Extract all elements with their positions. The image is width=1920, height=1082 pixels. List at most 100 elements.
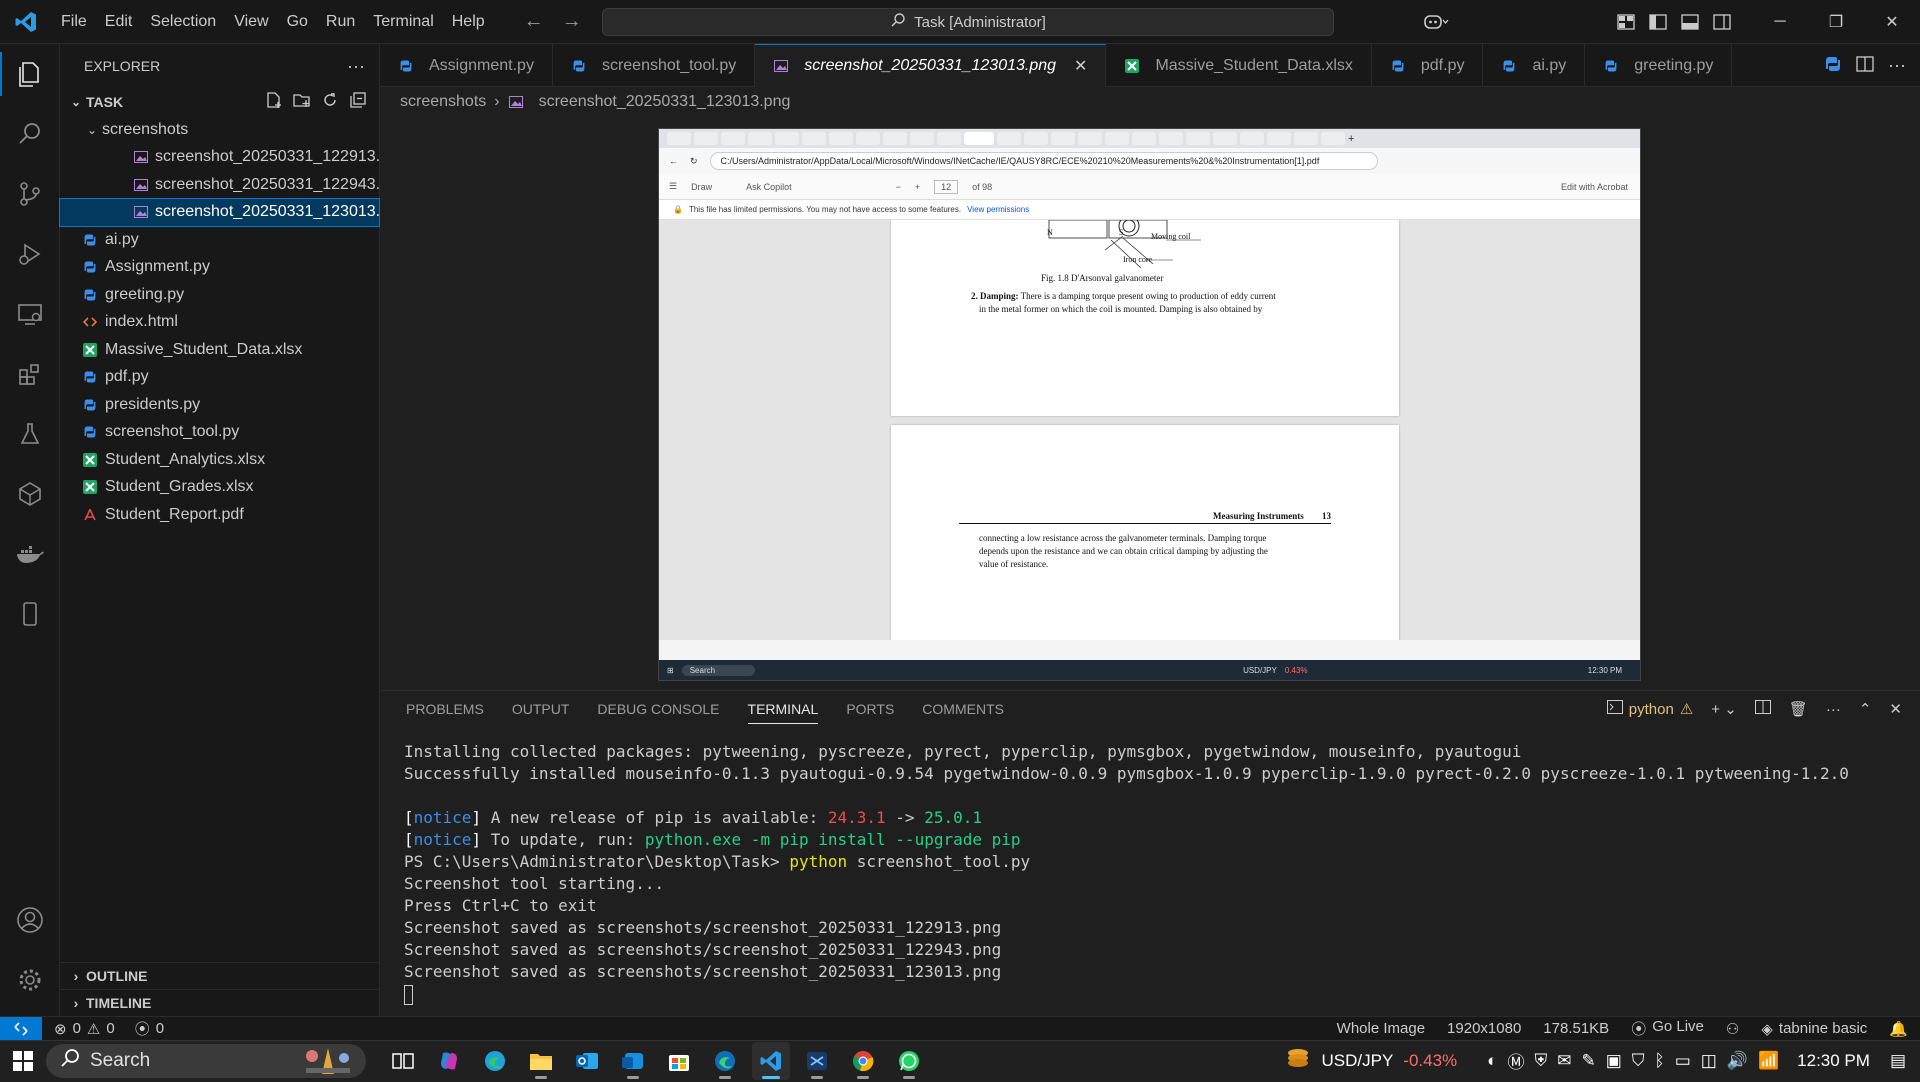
- tree-item-file[interactable]: greeting.py: [60, 281, 379, 309]
- editor-tab-active[interactable]: screenshot_20250331_123013.png ✕: [755, 44, 1107, 87]
- close-window-button[interactable]: ✕: [1864, 0, 1920, 44]
- forward-arrow-icon[interactable]: →: [562, 10, 582, 33]
- pen-icon[interactable]: ✎: [1581, 1051, 1595, 1071]
- notifications-bell-icon[interactable]: 🔔: [1889, 1020, 1908, 1038]
- toggle-primary-sidebar-icon[interactable]: [1642, 6, 1674, 38]
- accounts-icon[interactable]: [0, 890, 60, 950]
- extensions-icon[interactable]: [0, 344, 60, 404]
- battery-icon[interactable]: ▭: [1675, 1051, 1691, 1071]
- tree-item-file[interactable]: Massive_Student_Data.xlsx: [60, 336, 379, 364]
- outlook-tray-icon[interactable]: ✉: [1557, 1051, 1571, 1071]
- toggle-secondary-sidebar-icon[interactable]: [1706, 6, 1738, 38]
- tree-item-png[interactable]: screenshot_20250331_122943.png: [60, 171, 407, 199]
- terminal-shell-selector[interactable]: python ⚠: [1606, 700, 1693, 718]
- shield-icon[interactable]: ⛨: [1534, 1051, 1547, 1071]
- phone-link-icon[interactable]: ◫: [1701, 1051, 1717, 1071]
- kill-terminal-icon[interactable]: 🗑: [1789, 700, 1808, 718]
- tabnine-status[interactable]: ◈ tabnine basic: [1761, 1020, 1867, 1038]
- copilot-status-icon[interactable]: ⚇: [1726, 1020, 1739, 1038]
- tree-item-file[interactable]: presidents.py: [60, 391, 379, 419]
- toggle-panel-icon[interactable]: [1674, 6, 1706, 38]
- terminal-output[interactable]: Installing collected packages: pytweenin…: [404, 741, 1849, 1005]
- close-tab-icon[interactable]: ✕: [1074, 56, 1087, 76]
- tree-item-file[interactable]: screenshot_tool.py: [60, 419, 379, 447]
- remote-indicator-icon[interactable]: [0, 1016, 42, 1041]
- more-actions-icon[interactable]: ···: [1888, 55, 1906, 76]
- tree-item-file[interactable]: Assignment.py: [60, 254, 379, 282]
- explorer-icon[interactable]: [0, 44, 60, 104]
- malwarebytes-icon[interactable]: Ⓜ: [1507, 1048, 1524, 1073]
- file-explorer-icon[interactable]: [522, 1042, 560, 1080]
- timeline-section[interactable]: › TIMELINE: [60, 989, 380, 1016]
- run-debug-icon[interactable]: [0, 224, 60, 284]
- tree-item-file[interactable]: pdf.py: [60, 364, 379, 392]
- tree-item-file[interactable]: Student_Grades.xlsx: [60, 474, 379, 502]
- tree-item-png-selected[interactable]: screenshot_20250331_123013.png: [59, 197, 407, 227]
- docker-icon[interactable]: [0, 524, 60, 584]
- bluetooth-icon[interactable]: ᛒ: [1655, 1051, 1665, 1071]
- chrome-icon[interactable]: [844, 1042, 882, 1080]
- ports-status[interactable]: ⦿ 0: [135, 1018, 164, 1039]
- microsoft-store-icon[interactable]: [660, 1042, 698, 1080]
- editor-tab[interactable]: greeting.py: [1585, 44, 1733, 87]
- testing-icon[interactable]: [0, 404, 60, 464]
- breadcrumb-folder[interactable]: screenshots: [400, 93, 486, 111]
- workspace-root[interactable]: ⌄ TASK: [60, 88, 379, 116]
- panel-tab-output[interactable]: OUTPUT: [512, 701, 570, 717]
- command-center-search[interactable]: Task [Administrator]: [602, 8, 1334, 36]
- split-editor-icon[interactable]: [1856, 55, 1874, 75]
- tree-item-file[interactable]: ai.py: [60, 226, 379, 254]
- taskbar-search-box[interactable]: Search: [46, 1043, 366, 1078]
- search-view-icon[interactable]: [0, 104, 60, 164]
- editor-tab[interactable]: Massive_Student_Data.xlsx: [1106, 44, 1372, 87]
- panel-tab-ports[interactable]: PORTS: [846, 701, 894, 717]
- snipping-tool-icon[interactable]: [798, 1042, 836, 1080]
- monitor-icon[interactable]: ▣: [1606, 1051, 1622, 1071]
- task-view-icon[interactable]: [384, 1042, 422, 1080]
- notification-center-icon[interactable]: ▤: [1890, 1051, 1906, 1071]
- edge-browser-icon[interactable]: [476, 1042, 514, 1080]
- source-control-icon[interactable]: [0, 164, 60, 224]
- editor-tab[interactable]: ai.py: [1483, 44, 1586, 87]
- menu-selection[interactable]: Selection: [141, 0, 225, 44]
- outline-section[interactable]: › OUTLINE: [60, 962, 380, 989]
- panel-tab-debug-console[interactable]: DEBUG CONSOLE: [597, 701, 719, 717]
- folder-screenshots[interactable]: ⌄ screenshots: [60, 116, 379, 144]
- settings-gear-icon[interactable]: [0, 950, 60, 1010]
- vscode-app-icon[interactable]: [752, 1041, 790, 1080]
- menu-help[interactable]: Help: [443, 0, 494, 44]
- containers-icon[interactable]: [0, 464, 60, 524]
- wifi-icon[interactable]: 📶: [1758, 1051, 1779, 1071]
- windows-start-icon[interactable]: [0, 1041, 46, 1081]
- minimize-button[interactable]: ─: [1752, 0, 1808, 44]
- outlook-new-icon[interactable]: [614, 1042, 652, 1080]
- more-actions-icon[interactable]: ···: [347, 56, 365, 77]
- edge-dev-icon[interactable]: [706, 1042, 744, 1080]
- maximize-panel-icon[interactable]: ⌃: [1859, 700, 1872, 718]
- tree-item-file[interactable]: Student_Report.pdf: [60, 501, 379, 529]
- whatsapp-icon[interactable]: [890, 1042, 928, 1080]
- problems-status[interactable]: ⊗ 0 ⚠ 0: [54, 1020, 115, 1038]
- refresh-icon[interactable]: [321, 91, 339, 114]
- editor-tab[interactable]: screenshot_tool.py: [553, 44, 756, 87]
- breadcrumb-file[interactable]: screenshot_20250331_123013.png: [539, 93, 791, 111]
- menu-terminal[interactable]: Terminal: [364, 0, 442, 44]
- ticker-symbol[interactable]: USD/JPY: [1321, 1051, 1393, 1071]
- device-icon[interactable]: [0, 584, 60, 644]
- image-zoom-status[interactable]: Whole Image: [1337, 1020, 1425, 1037]
- outlook-icon[interactable]: [568, 1042, 606, 1080]
- collapse-all-icon[interactable]: [349, 91, 367, 114]
- panel-tab-comments[interactable]: COMMENTS: [922, 701, 1004, 717]
- copilot-icon[interactable]: [1412, 6, 1460, 38]
- menu-view[interactable]: View: [225, 0, 277, 44]
- copilot-app-icon[interactable]: [430, 1042, 468, 1080]
- go-live-button[interactable]: ⦿ Go Live: [1631, 1018, 1704, 1039]
- defender-icon[interactable]: ⛉: [1632, 1051, 1645, 1071]
- editor-tab[interactable]: Assignment.py: [380, 44, 553, 87]
- screenshot-image[interactable]: + ← ↻ C:/Users/Administrator/AppData/Loc…: [658, 128, 1641, 681]
- new-terminal-icon[interactable]: + ⌄: [1711, 700, 1737, 718]
- panel-tab-problems[interactable]: PROBLEMS: [406, 701, 484, 717]
- close-panel-icon[interactable]: ✕: [1889, 700, 1902, 718]
- panel-tab-terminal[interactable]: TERMINAL: [747, 701, 819, 724]
- new-folder-icon[interactable]: [293, 91, 311, 114]
